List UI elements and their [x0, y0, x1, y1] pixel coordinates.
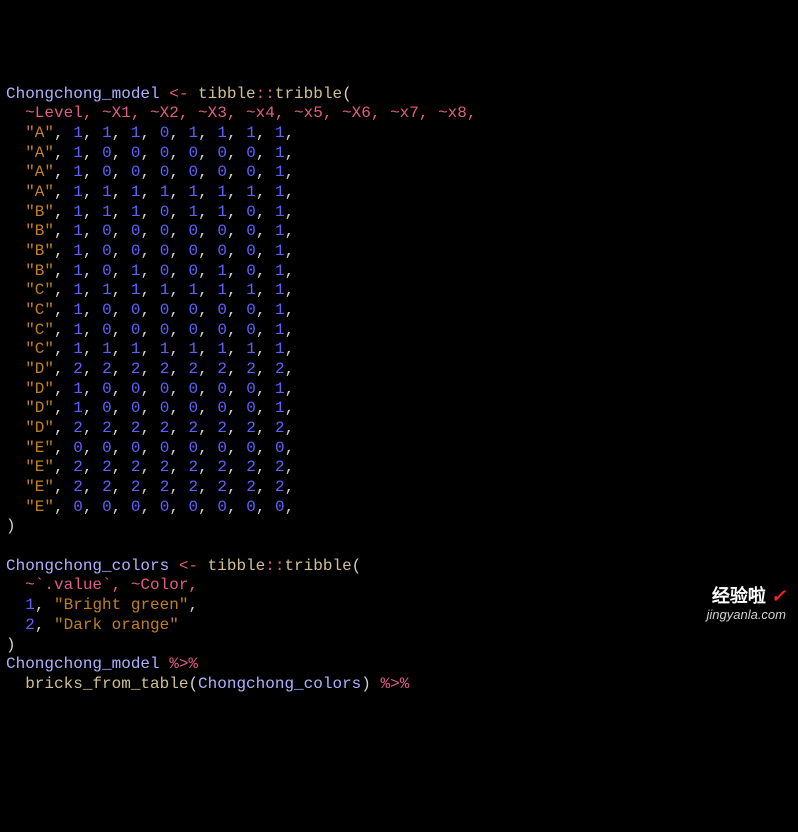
data-rows: "A", 1, 1, 1, 0, 1, 1, 1, 1, "A", 1, 0, …: [6, 124, 294, 516]
line: bricks_from_table(Chongchong_colors) %>%: [6, 675, 409, 693]
header-row: ~Level, ~X1, ~X2, ~X3, ~x4, ~x5, ~X6, ~x…: [6, 104, 476, 122]
close-paren: ): [6, 517, 16, 535]
dcolon: ::: [265, 557, 284, 575]
pkg: tibble: [208, 557, 266, 575]
dcolon: ::: [256, 85, 275, 103]
fn: tribble: [284, 557, 351, 575]
code-block: Chongchong_model <- tibble::tribble( ~Le…: [6, 85, 792, 695]
line: Chongchong_colors <- tibble::tribble(: [6, 557, 361, 575]
watermark: 经验啦 ✓ jingyanla.com: [707, 585, 787, 623]
close-paren: ): [6, 636, 16, 654]
paren: (: [188, 675, 198, 693]
paren: (: [352, 557, 362, 575]
assign-op: <-: [169, 557, 207, 575]
pipe-op: %>%: [160, 655, 198, 673]
color-rows: 1, "Bright green", 2, "Dark orange": [6, 596, 198, 634]
pipe-op: %>%: [371, 675, 409, 693]
arg: Chongchong_colors: [198, 675, 361, 693]
paren: (: [342, 85, 352, 103]
paren: ): [361, 675, 371, 693]
watermark-url: jingyanla.com: [707, 607, 787, 623]
object-name: Chongchong_model: [6, 85, 160, 103]
fn: tribble: [275, 85, 342, 103]
object-name: Chongchong_colors: [6, 557, 169, 575]
line: Chongchong_model <- tibble::tribble(: [6, 85, 352, 103]
assign-op: <-: [160, 85, 198, 103]
fn: bricks_from_table: [25, 675, 188, 693]
indent: [6, 675, 25, 693]
check-icon: ✓: [771, 586, 786, 606]
pkg: tibble: [198, 85, 256, 103]
line: Chongchong_model %>%: [6, 655, 198, 673]
watermark-title: 经验啦 ✓: [707, 585, 787, 607]
object-name: Chongchong_model: [6, 655, 160, 673]
header-row: ~`.value`, ~Color,: [6, 576, 198, 594]
